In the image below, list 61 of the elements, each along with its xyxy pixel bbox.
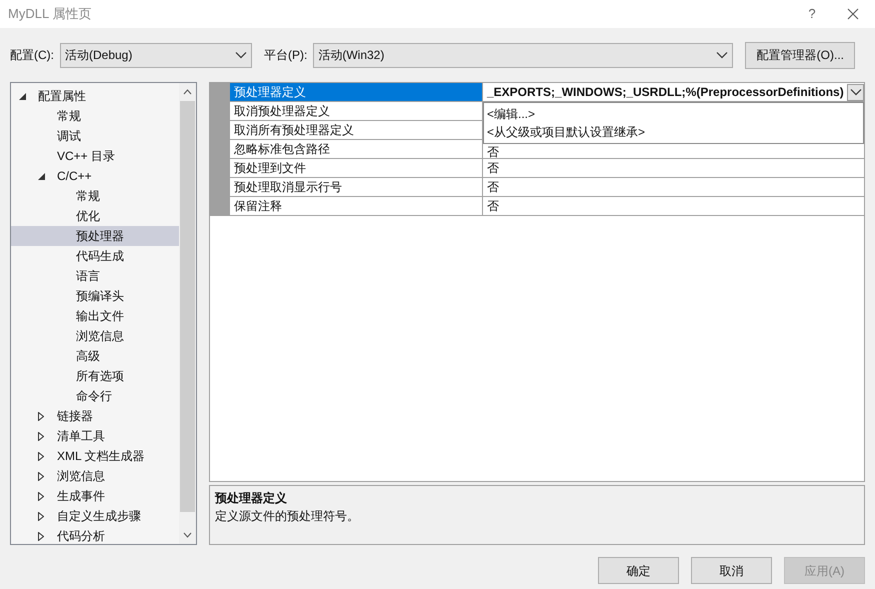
tree-item[interactable]: 配置属性 — [11, 86, 179, 106]
scroll-up-icon[interactable] — [183, 89, 192, 95]
collapsed-icon[interactable] — [38, 472, 44, 480]
property-value-field[interactable]: _EXPORTS;_WINDOWS;_USRDLL;%(PreprocessorDefinitions) — [487, 83, 864, 101]
scrollbar[interactable] — [179, 83, 196, 544]
tree-item[interactable]: 预处理器 — [11, 226, 179, 246]
tree-item[interactable]: 调试 — [11, 126, 179, 146]
collapsed-icon[interactable] — [38, 452, 44, 460]
property-name[interactable]: 预处理到文件 — [230, 159, 483, 177]
help-button[interactable]: ? — [789, 4, 835, 24]
chevron-down-icon — [850, 88, 862, 96]
property-name[interactable]: 预处理取消显示行号 — [230, 178, 483, 196]
collapsed-icon[interactable] — [38, 532, 44, 540]
tree-item[interactable]: 浏览信息 — [11, 326, 179, 346]
tree-item[interactable]: 命令行 — [11, 386, 179, 406]
tree-item[interactable]: 浏览信息 — [11, 466, 179, 486]
tree-item[interactable]: 高级 — [11, 346, 179, 366]
dropdown-option[interactable]: <编辑...> — [487, 105, 863, 123]
property-name[interactable]: 预处理器定义 — [230, 83, 483, 101]
tree-item[interactable]: 代码分析 — [11, 526, 179, 544]
tree-item[interactable]: 预编译头 — [11, 286, 179, 306]
property-value: 否 — [487, 144, 499, 160]
close-icon[interactable] — [847, 8, 859, 20]
dialog-button[interactable]: 确定 — [598, 557, 679, 584]
expanded-icon[interactable] — [38, 172, 45, 180]
chevron-down-icon — [235, 51, 247, 59]
dropdown-option[interactable]: <从父级或项目默认设置继承> — [487, 123, 863, 141]
tree-item[interactable]: 常规 — [11, 106, 179, 126]
tree-item[interactable]: VC++ 目录 — [11, 146, 179, 166]
config-label: 配置(C): — [10, 47, 54, 64]
tree-item[interactable]: 清单工具 — [11, 426, 179, 446]
expanded-icon[interactable] — [19, 92, 26, 100]
tree-item[interactable]: 常规 — [11, 186, 179, 206]
tree-item[interactable]: 优化 — [11, 206, 179, 226]
property-value: 否 — [487, 179, 499, 196]
tree-item[interactable]: 链接器 — [11, 406, 179, 426]
platform-label: 平台(P): — [264, 47, 308, 64]
tree-item[interactable]: 代码生成 — [11, 246, 179, 266]
collapsed-icon[interactable] — [38, 512, 44, 520]
collapsed-icon[interactable] — [38, 412, 44, 420]
tree-item[interactable]: 语言 — [11, 266, 179, 286]
tree-item[interactable]: 输出文件 — [11, 306, 179, 326]
tree-item[interactable]: C/C++ — [11, 166, 179, 186]
description-text: 定义源文件的预处理符号。 — [215, 508, 360, 525]
tree-item[interactable]: XML 文档生成器 — [11, 446, 179, 466]
window-title: MyDLL 属性页 — [8, 5, 92, 24]
property-value: 否 — [487, 160, 499, 177]
tree-item[interactable]: 自定义生成步骤 — [11, 506, 179, 526]
collapsed-icon[interactable] — [38, 492, 44, 500]
dialog-button[interactable]: 取消 — [691, 557, 772, 584]
platform-dropdown[interactable]: 活动(Win32) — [313, 42, 734, 68]
description-title: 预处理器定义 — [215, 490, 288, 507]
scroll-down-icon[interactable] — [183, 532, 192, 538]
property-name[interactable]: 保留注释 — [230, 197, 483, 215]
config-manager-button[interactable]: 配置管理器(O)... — [745, 42, 856, 68]
chevron-down-icon — [716, 51, 728, 59]
config-dropdown[interactable]: 活动(Debug) — [60, 42, 252, 68]
tree-item[interactable]: 生成事件 — [11, 486, 179, 506]
property-value: 否 — [487, 198, 499, 215]
tree-item[interactable]: 所有选项 — [11, 366, 179, 386]
collapsed-icon[interactable] — [38, 432, 44, 440]
